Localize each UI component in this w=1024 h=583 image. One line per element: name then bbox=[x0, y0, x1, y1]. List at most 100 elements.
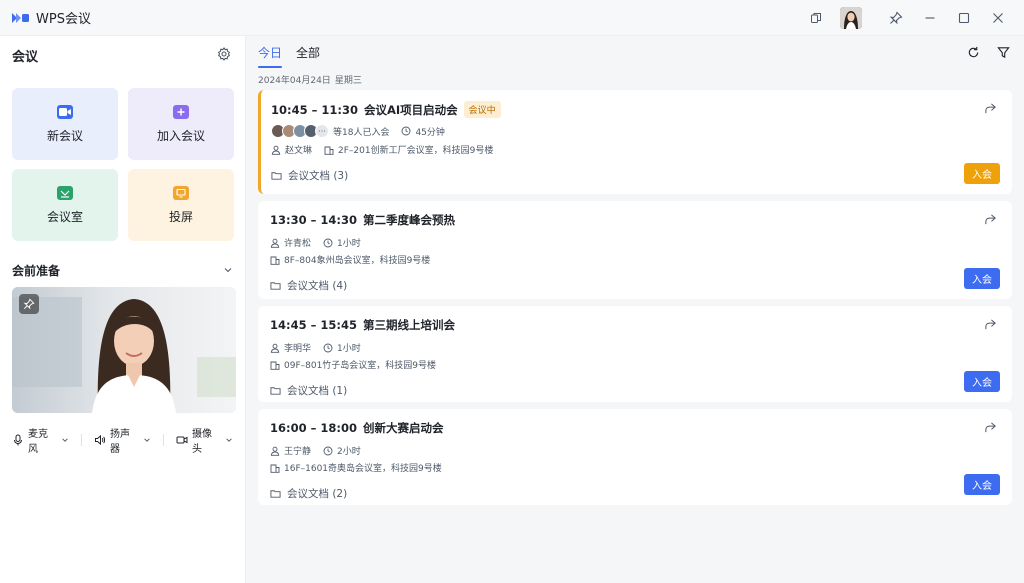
person-icon bbox=[270, 238, 280, 248]
tab-all[interactable]: 全部 bbox=[296, 44, 320, 61]
speaker-selector[interactable]: 扬声器 bbox=[94, 425, 151, 455]
weekday-text: 星期三 bbox=[334, 75, 362, 86]
meeting-host: 赵文琳 bbox=[285, 146, 313, 156]
person-icon bbox=[271, 145, 281, 155]
new-meeting-tile[interactable]: 新会议 bbox=[12, 88, 118, 160]
date-text: 2024年04月24日 bbox=[258, 75, 331, 86]
meeting-duration: 1小时 bbox=[337, 239, 361, 249]
main-panel: 今日 全部 2024年04月24日 星期三 10:45 – 11:30 会议AI… bbox=[246, 36, 1024, 583]
camera-preview bbox=[12, 287, 236, 413]
device-controls: 麦克风 扬声器 摄像头 bbox=[12, 425, 233, 455]
microphone-icon bbox=[14, 434, 22, 446]
meeting-card[interactable]: 10:45 – 11:30 会议AI项目启动会 会议中 ··· 等18人已入会 … bbox=[258, 90, 1012, 194]
meeting-docs[interactable]: 会议文档 (4) bbox=[270, 278, 1000, 293]
plus-icon bbox=[173, 104, 189, 119]
pre-meeting-title: 会前准备 bbox=[12, 263, 61, 278]
join-meeting-label: 加入会议 bbox=[156, 128, 205, 143]
clock-icon bbox=[323, 238, 333, 247]
multi-window-icon[interactable] bbox=[802, 4, 830, 32]
divider bbox=[81, 434, 82, 446]
settings-gear-icon[interactable] bbox=[217, 47, 233, 63]
share-icon[interactable] bbox=[984, 318, 998, 332]
date-header: 2024年04月24日 星期三 bbox=[258, 68, 1012, 90]
joined-count: 等18人已入会 bbox=[333, 127, 390, 138]
building-icon bbox=[270, 464, 280, 473]
clock-icon bbox=[323, 343, 333, 352]
join-button[interactable]: 入会 bbox=[964, 371, 1000, 392]
join-meeting-tile[interactable]: 加入会议 bbox=[128, 88, 234, 160]
microphone-selector[interactable]: 麦克风 bbox=[12, 425, 69, 455]
meeting-time: 16:00 – 18:00 bbox=[270, 421, 357, 435]
screen-cast-tile[interactable]: 投屏 bbox=[128, 169, 234, 241]
tab-bar: 今日 全部 bbox=[258, 36, 320, 68]
close-icon[interactable] bbox=[984, 4, 1012, 32]
speaker-icon bbox=[95, 434, 106, 446]
meeting-room-icon bbox=[57, 185, 73, 200]
clock-icon bbox=[323, 446, 333, 455]
cast-screen-icon bbox=[173, 185, 189, 200]
share-icon[interactable] bbox=[984, 102, 998, 116]
meeting-time: 13:30 – 14:30 bbox=[270, 213, 357, 227]
meeting-duration: 1小时 bbox=[337, 344, 361, 354]
docs-label: 会议文档 (1) bbox=[287, 385, 348, 397]
building-icon bbox=[324, 146, 334, 155]
sidebar-title: 会议 bbox=[12, 49, 39, 65]
person-icon bbox=[270, 446, 280, 456]
meeting-name: 创新大赛启动会 bbox=[362, 421, 444, 435]
building-icon bbox=[270, 361, 280, 370]
status-badge: 会议中 bbox=[463, 101, 501, 118]
chevron-down-icon bbox=[226, 438, 232, 442]
wps-meeting-logo-icon bbox=[12, 12, 30, 24]
camera-label: 摄像头 bbox=[192, 429, 212, 455]
meeting-docs[interactable]: 会议文档 (3) bbox=[271, 168, 1000, 183]
docs-label: 会议文档 (3) bbox=[288, 170, 349, 182]
join-button[interactable]: 入会 bbox=[964, 268, 1000, 289]
meeting-time: 10:45 – 11:30 bbox=[271, 102, 358, 117]
join-button[interactable]: 入会 bbox=[964, 474, 1000, 495]
minimize-icon[interactable] bbox=[916, 4, 944, 32]
share-icon[interactable] bbox=[984, 421, 998, 435]
meeting-name: 第三期线上培训会 bbox=[362, 318, 455, 332]
meeting-docs[interactable]: 会议文档 (2) bbox=[270, 486, 1000, 501]
docs-label: 会议文档 (4) bbox=[287, 280, 348, 292]
screen-cast-label: 投屏 bbox=[168, 209, 193, 224]
camera-selector[interactable]: 摄像头 bbox=[176, 425, 233, 455]
meeting-host: 王宁静 bbox=[284, 447, 312, 457]
more-icon: ··· bbox=[315, 124, 329, 138]
meeting-card[interactable]: 16:00 – 18:00 创新大赛启动会 王宁静 2小时 16F–1601奇奥… bbox=[258, 409, 1012, 505]
meeting-card[interactable]: 13:30 – 14:30 第二季度峰会预热 许青松 1小时 8F–804象州岛… bbox=[258, 201, 1012, 299]
meeting-docs[interactable]: 会议文档 (1) bbox=[270, 383, 1000, 398]
meeting-location: 2F–201创新工厂会议室，科技园9号楼 bbox=[338, 146, 494, 156]
meeting-list: 10:45 – 11:30 会议AI项目启动会 会议中 ··· 等18人已入会 … bbox=[258, 90, 1012, 505]
folder-icon bbox=[271, 172, 282, 180]
meeting-duration: 45分钟 bbox=[415, 127, 445, 138]
microphone-label: 麦克风 bbox=[28, 429, 48, 455]
folder-icon bbox=[270, 490, 281, 498]
sidebar: 会议 新会议 加入会议 会议室 投屏 会前准备 麦克风 扬声器 摄像头 bbox=[0, 36, 246, 583]
maximize-icon[interactable] bbox=[950, 4, 978, 32]
meeting-room-label: 会议室 bbox=[46, 209, 83, 224]
meeting-room-tile[interactable]: 会议室 bbox=[12, 169, 118, 241]
meeting-duration: 2小时 bbox=[337, 447, 361, 457]
camera-icon bbox=[176, 436, 188, 444]
participant-avatars[interactable]: ··· bbox=[271, 124, 329, 138]
meeting-location: 8F–804象州岛会议室，科技园9号楼 bbox=[284, 256, 431, 266]
chevron-down-icon[interactable] bbox=[223, 265, 233, 275]
building-icon bbox=[270, 256, 280, 265]
meeting-card[interactable]: 14:45 – 15:45 第三期线上培训会 李明华 1小时 09F–801竹子… bbox=[258, 306, 1012, 402]
pin-window-icon[interactable] bbox=[882, 4, 910, 32]
new-meeting-label: 新会议 bbox=[46, 128, 83, 143]
user-avatar[interactable] bbox=[840, 6, 862, 29]
docs-label: 会议文档 (2) bbox=[287, 488, 348, 500]
filter-icon[interactable] bbox=[994, 43, 1012, 61]
tab-today[interactable]: 今日 bbox=[258, 44, 283, 68]
meeting-location: 16F–1601奇奥岛会议室，科技园9号楼 bbox=[284, 464, 442, 474]
clock-icon bbox=[402, 126, 411, 136]
meeting-location: 09F–801竹子岛会议室，科技园9号楼 bbox=[284, 361, 437, 371]
join-button[interactable]: 入会 bbox=[964, 163, 1000, 184]
meeting-name: 会议AI项目启动会 bbox=[363, 102, 458, 117]
share-icon[interactable] bbox=[984, 213, 998, 227]
refresh-icon[interactable] bbox=[964, 43, 982, 61]
person-icon bbox=[270, 343, 280, 353]
camera-pin-icon[interactable] bbox=[19, 294, 39, 314]
